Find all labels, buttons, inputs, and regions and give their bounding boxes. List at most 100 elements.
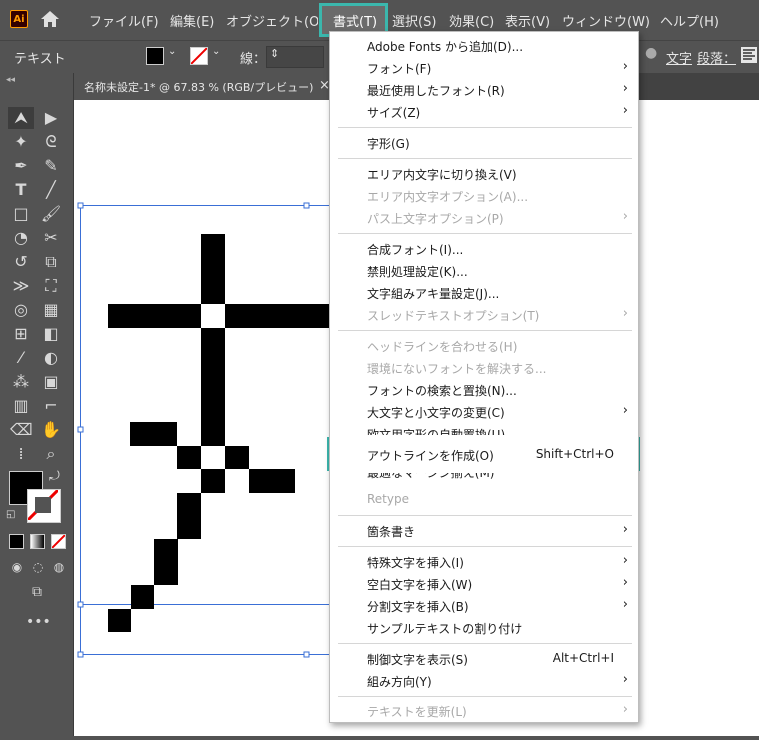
mesh-tool-icon[interactable]: ⊞ (10, 323, 32, 345)
type-menu-dropdown: Adobe Fonts から追加(D)... フォント(F) › 最近使用したフォ… (329, 31, 639, 723)
menu-item-resolve-missing-fonts[interactable]: 環境にないフォントを解決する... (330, 357, 638, 379)
menu-item-change-case[interactable]: 大文字と小文字の変更(C) › (330, 401, 638, 423)
curvature-tool-icon[interactable]: ✎ (40, 155, 62, 177)
stroke-stepper-icon[interactable]: ⇕ (270, 47, 279, 60)
eraser-tool-icon[interactable]: ⌫ (10, 419, 33, 441)
menu-separator (338, 546, 632, 547)
menu-item-fit-headline[interactable]: ヘッドラインを合わせる(H) (330, 335, 638, 357)
color-mode-icon[interactable] (9, 534, 24, 549)
menu-file[interactable]: ファイル(F) (89, 11, 159, 30)
menu-item-area-type-options[interactable]: エリア内文字オプション(A)... (330, 185, 638, 207)
free-transform-tool-icon[interactable]: ⛶ (40, 275, 62, 297)
menu-item-size[interactable]: サイズ(Z) › (330, 101, 638, 123)
menu-item-composite-fonts[interactable]: 合成フォント(I)... (330, 238, 638, 260)
menu-effect[interactable]: 効果(C) (449, 11, 494, 30)
menu-select[interactable]: 選択(S) (392, 11, 436, 30)
menu-item-fill-placeholder-text[interactable]: サンプルテキストの割り付け (330, 617, 638, 639)
stroke-swatch[interactable] (190, 47, 208, 65)
rectangle-tool-icon[interactable]: □ (10, 203, 32, 225)
edit-toolbar-icon[interactable]: ⁞ (10, 443, 32, 465)
menu-item-type-on-path-options[interactable]: パス上文字オプション(P) › (330, 207, 638, 229)
menu-window[interactable]: ウィンドウ(W) (562, 11, 650, 30)
menu-item-mojikumi-settings[interactable]: 文字組みアキ量設定(J)... (330, 282, 638, 304)
character-panel-link[interactable]: 文字 (666, 48, 692, 67)
control-mode-label: テキスト (14, 52, 66, 67)
menu-help[interactable]: ヘルプ(H) (660, 11, 719, 30)
menu-item-create-outlines[interactable]: アウトラインを作成(O) Shift+Ctrl+O (330, 444, 638, 466)
screen-mode-icon[interactable]: ⧉ (26, 581, 48, 603)
menu-item-find-replace-font[interactable]: フォントの検索と置換(N)... (330, 379, 638, 401)
swap-fill-stroke-icon[interactable]: ⤾ (49, 469, 60, 484)
menu-separator (338, 515, 632, 516)
menu-item-adobe-fonts[interactable]: Adobe Fonts から追加(D)... (330, 35, 638, 57)
stroke-color-icon[interactable] (27, 489, 61, 523)
stroke-dropdown-icon[interactable]: ⌄ (212, 46, 220, 57)
menu-edit[interactable]: 編集(E) (170, 11, 214, 30)
menu-separator (338, 233, 632, 234)
gradient-mode-icon[interactable] (30, 534, 45, 549)
menu-view[interactable]: 表示(V) (505, 11, 550, 30)
paintbrush-tool-icon[interactable]: 🖌 (40, 203, 62, 225)
menu-item-retype[interactable]: Retype (330, 489, 638, 511)
column-graph-tool-icon[interactable]: ▥ (10, 395, 32, 417)
perspective-grid-tool-icon[interactable]: ▦ (40, 299, 62, 321)
menu-item-font[interactable]: フォント(F) › (330, 57, 638, 79)
pen-tool-icon[interactable]: ✒ (10, 155, 32, 177)
document-tab-title: 名称未設定-1* @ 67.83 % (RGB/プレビュー) (84, 81, 314, 94)
line-tool-icon[interactable]: ╱ (40, 179, 62, 201)
menu-item-optical-margin-alignment[interactable]: 最適なマージン揃え(M) (330, 473, 638, 485)
width-tool-icon[interactable]: ≫ (10, 275, 32, 297)
shape-builder-tool-icon[interactable]: ◎ (10, 299, 32, 321)
type-tool-icon[interactable]: T (10, 179, 32, 201)
slice-tool-icon[interactable]: ⌐ (40, 395, 62, 417)
scissors-tool-icon[interactable]: ✂ (40, 227, 62, 249)
menu-item-glyphs[interactable]: 字形(G) (330, 132, 638, 154)
menu-item-insert-whitespace[interactable]: 空白文字を挿入(W) › (330, 573, 638, 595)
menu-item-update-legacy-text[interactable]: テキストを更新(L) › (330, 700, 638, 722)
menu-object[interactable]: オブジェクト(O (226, 11, 318, 30)
draw-behind-icon[interactable]: ◌ (27, 556, 49, 578)
zoom-tool-icon[interactable]: ⌕ (40, 443, 62, 465)
symbol-sprayer-tool-icon[interactable]: ⁂ (10, 371, 32, 393)
menu-item-smart-punctuation[interactable]: 欧文用字形の自動置換(U) (330, 423, 638, 435)
menu-type[interactable]: 書式(T) (333, 11, 377, 30)
more-tools-icon[interactable]: ••• (26, 611, 51, 633)
collapse-panel-icon[interactable]: ◂◂ (6, 75, 15, 85)
align-left-icon[interactable] (741, 47, 757, 63)
lasso-tool-icon[interactable]: ᘓ (40, 131, 62, 153)
app-logo: Ai (10, 10, 28, 28)
draw-inside-icon[interactable]: ◍ (48, 556, 70, 578)
menu-item-type-orientation[interactable]: 組み方向(Y) › (330, 670, 638, 692)
default-colors-icon[interactable]: ◱ (6, 509, 15, 520)
scale-tool-icon[interactable]: ⧉ (40, 251, 62, 273)
menu-item-insert-break[interactable]: 分割文字を挿入(B) › (330, 595, 638, 617)
artboard-tool-icon[interactable]: ▣ (40, 371, 62, 393)
options-icon[interactable]: ● (645, 45, 657, 61)
hand-tool-icon[interactable]: ✋ (40, 419, 62, 441)
menu-item-threaded-text-options[interactable]: スレッドテキストオプション(T) › (330, 304, 638, 326)
selection-tool-icon[interactable]: ⮝ (10, 107, 32, 129)
menu-separator (338, 696, 632, 697)
gradient-tool-icon[interactable]: ◧ (40, 323, 62, 345)
home-icon[interactable] (40, 10, 60, 28)
menu-item-kinsoku-settings[interactable]: 禁則処理設定(K)... (330, 260, 638, 282)
fill-swatch[interactable] (146, 47, 164, 65)
submenu-arrow-icon: › (622, 59, 628, 74)
eyedropper-tool-icon[interactable]: ⁄ (10, 347, 32, 369)
magic-wand-tool-icon[interactable]: ✦ (10, 131, 32, 153)
menu-item-bullets[interactable]: 箇条書き › (330, 520, 638, 542)
menu-item-show-hidden-characters[interactable]: 制御文字を表示(S) Alt+Ctrl+I (330, 648, 638, 670)
fill-dropdown-icon[interactable]: ⌄ (168, 46, 176, 57)
rotate-tool-icon[interactable]: ↺ (10, 251, 32, 273)
menu-item-convert-area-type[interactable]: エリア内文字に切り換え(V) (330, 163, 638, 185)
direct-selection-tool-icon[interactable]: ▶ (40, 107, 62, 129)
menu-item-recent-fonts[interactable]: 最近使用したフォント(R) › (330, 79, 638, 101)
paragraph-panel-link[interactable]: 段落： (697, 48, 736, 67)
submenu-arrow-icon: › (622, 575, 628, 590)
shaper-tool-icon[interactable]: ◔ (10, 227, 32, 249)
none-mode-icon[interactable] (51, 534, 66, 549)
draw-normal-icon[interactable]: ◉ (6, 556, 28, 578)
document-tab[interactable]: 名称未設定-1* @ 67.83 % (RGB/プレビュー) × (74, 73, 340, 100)
blend-tool-icon[interactable]: ◐ (40, 347, 62, 369)
menu-item-insert-special-character[interactable]: 特殊文字を挿入(I) › (330, 551, 638, 573)
